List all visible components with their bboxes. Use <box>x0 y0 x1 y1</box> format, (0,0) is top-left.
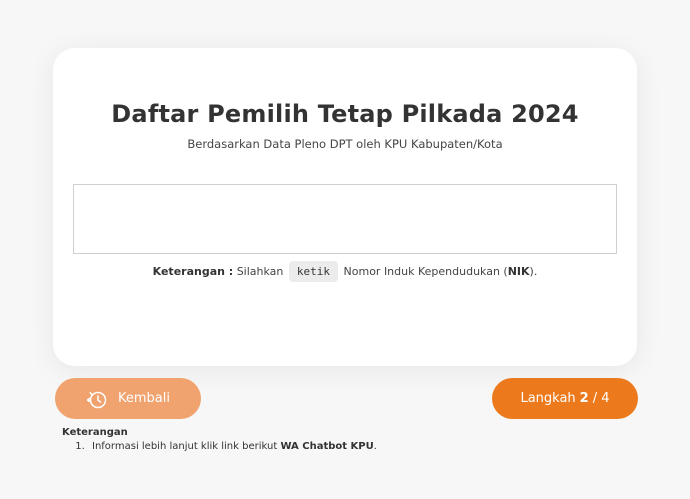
note-code: ketik <box>288 261 339 282</box>
step-separator: / <box>592 391 598 406</box>
footer-item-text: Informasi lebih lanjut klik link berikut <box>92 441 278 452</box>
wa-chatbot-link[interactable]: WA Chatbot KPU <box>280 441 373 452</box>
page-subtitle: Berdasarkan Data Pleno DPT oleh KPU Kabu… <box>187 137 503 151</box>
note-abbr: NIK <box>507 265 530 278</box>
back-button-label: Kembali <box>118 391 170 406</box>
step-button[interactable]: Langkah 2 / 4 <box>492 378 638 419</box>
note-text-after: Nomor Induk Kependudukan ( <box>343 265 508 278</box>
footer-list: Informasi lebih lanjut klik link berikut… <box>88 441 377 452</box>
step-total: 4 <box>601 391 610 406</box>
footer-title: Keterangan <box>62 427 128 438</box>
main-card: Daftar Pemilih Tetap Pilkada 2024 Berdas… <box>53 48 637 366</box>
note-label: Keterangan : <box>152 265 234 278</box>
history-clock-icon <box>86 388 108 410</box>
input-note: Keterangan : Silahkan ketik Nomor Induk … <box>53 261 637 282</box>
footer-info: Keterangan Informasi lebih lanjut klik l… <box>62 427 377 452</box>
step-prefix: Langkah <box>520 391 576 406</box>
page-title: Daftar Pemilih Tetap Pilkada 2024 <box>111 100 579 128</box>
nik-input[interactable] <box>73 184 617 254</box>
back-button[interactable]: Kembali <box>55 378 201 419</box>
note-text-before: Silahkan <box>236 265 284 278</box>
list-item: Informasi lebih lanjut klik link berikut… <box>88 441 377 452</box>
note-text-end: ). <box>529 265 538 278</box>
footer-item-suffix: . <box>373 441 377 452</box>
step-current: 2 <box>579 391 589 406</box>
